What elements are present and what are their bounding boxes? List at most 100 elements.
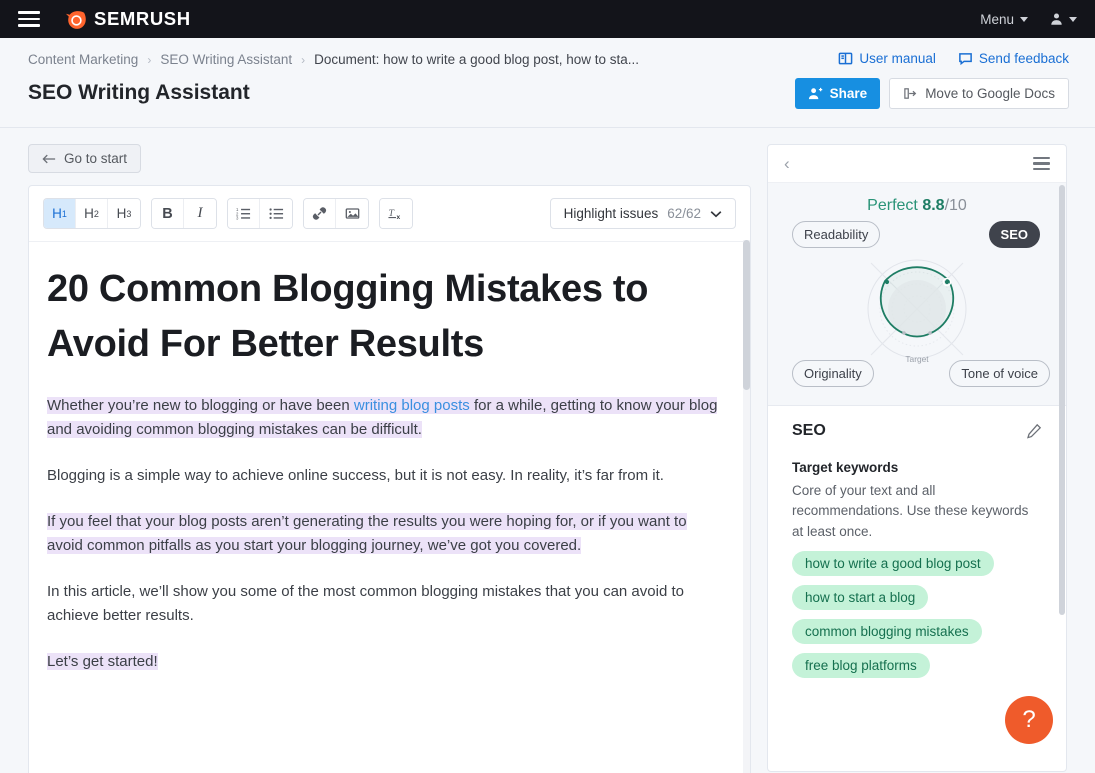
account-dropdown[interactable] xyxy=(1050,12,1077,26)
menu-label: Menu xyxy=(980,11,1014,27)
highlight-issues-label: Highlight issues xyxy=(563,206,659,221)
inline-link[interactable]: writing blog posts xyxy=(354,397,470,414)
italic-button[interactable]: I xyxy=(184,199,216,228)
arrow-left-icon xyxy=(42,154,56,163)
metric-pill-seo[interactable]: SEO xyxy=(988,221,1040,248)
document-paragraph-2: Blogging is a simple way to achieve onli… xyxy=(47,467,664,485)
send-feedback-link[interactable]: Send feedback xyxy=(958,51,1069,66)
highlight-issues-dropdown[interactable]: Highlight issues 62/62 xyxy=(549,198,736,229)
h3-label: H xyxy=(116,206,127,221)
send-feedback-label: Send feedback xyxy=(978,51,1069,66)
document-title: 20 Common Blogging Mistakes to Avoid For… xyxy=(47,268,649,366)
seo-section-title: SEO xyxy=(792,422,826,439)
bold-button[interactable]: B xyxy=(152,199,184,228)
h1-sub: 1 xyxy=(61,208,67,219)
pencil-icon[interactable] xyxy=(1026,423,1042,439)
document-content[interactable]: 20 Common Blogging Mistakes to Avoid For… xyxy=(29,242,750,773)
add-user-icon xyxy=(808,87,822,100)
highlighted-text: Whether you’re new to blogging or have b… xyxy=(47,397,718,439)
analysis-column: ‹ Perfect 8.8/10 Readability SEO Origina… xyxy=(767,144,1067,772)
editor-column: Go to start H1 H2 H3 B I 1 2 3 T x Highl… xyxy=(28,128,751,773)
top-nav-right-group: Menu xyxy=(980,12,1077,27)
bullet-list-icon xyxy=(268,208,283,220)
keyword-chip[interactable]: how to start a blog xyxy=(792,584,929,610)
radar-target-label: Target xyxy=(905,354,929,364)
radar-score-shape xyxy=(879,266,955,338)
editor-scrollbar[interactable] xyxy=(743,240,750,773)
h1-label: H xyxy=(52,206,62,221)
keyword-chip[interactable]: common blogging mistakes xyxy=(792,618,982,644)
score-radar-chart: Readability SEO Originality Tone of voic… xyxy=(768,219,1066,389)
h2-sub: 2 xyxy=(93,208,99,219)
seo-section: SEO Target keywords Core of your text an… xyxy=(768,406,1066,678)
move-to-google-docs-button[interactable]: Move to Google Docs xyxy=(889,78,1069,109)
heading-3-button[interactable]: H3 xyxy=(108,199,140,228)
heading-1-button[interactable]: H1 xyxy=(44,199,76,228)
editor-toolbar: H1 H2 H3 B I 1 2 3 T x Highlight issues … xyxy=(29,186,750,242)
user-avatar-icon xyxy=(1051,13,1062,25)
header-buttons: Share Move to Google Docs xyxy=(794,78,1069,109)
chevron-left-icon[interactable]: ‹ xyxy=(784,154,790,174)
header-actions: User manual Send feedback Share Move to … xyxy=(794,51,1069,109)
hamburger-menu-icon[interactable] xyxy=(1033,156,1050,171)
document-paragraph-5: Let’s get started! xyxy=(47,650,722,674)
move-to-google-docs-label: Move to Google Docs xyxy=(925,86,1055,101)
document-paragraph-3: If you feel that your blog posts aren’t … xyxy=(47,510,722,558)
ordered-list-icon: 1 2 3 xyxy=(236,207,251,221)
workspace: Go to start H1 H2 H3 B I 1 2 3 T x Highl… xyxy=(0,128,1095,773)
link-icon xyxy=(312,207,327,220)
breadcrumb-item-0[interactable]: Content Marketing xyxy=(28,52,138,67)
score-out-of: /10 xyxy=(944,197,967,214)
clear-formatting-button[interactable]: T x xyxy=(380,199,412,228)
document-paragraph-1: Whether you’re new to blogging or have b… xyxy=(47,394,722,442)
panel-scrollbar[interactable] xyxy=(1059,185,1065,769)
radar-svg: Target xyxy=(867,259,967,364)
panel-scrollbar-thumb[interactable] xyxy=(1059,185,1065,615)
document-paragraph-4: In this article, we’ll show you some of … xyxy=(47,583,684,625)
highlight-issues-count: 62/62 xyxy=(667,206,701,221)
h3-sub: 3 xyxy=(126,208,132,219)
target-keywords-label: Target keywords xyxy=(792,460,899,475)
highlighted-text: If you feel that your blog posts aren’t … xyxy=(47,513,687,555)
metric-pill-readability[interactable]: Readability xyxy=(792,221,881,248)
heading-2-button[interactable]: H2 xyxy=(76,199,108,228)
score-word: Perfect xyxy=(867,197,918,214)
breadcrumb-separator: › xyxy=(301,52,306,67)
editor-scrollbar-thumb[interactable] xyxy=(743,240,750,390)
share-button[interactable]: Share xyxy=(794,78,881,109)
speech-bubble-icon xyxy=(959,53,972,66)
bullet-list-button[interactable] xyxy=(260,199,292,228)
keyword-chip[interactable]: how to write a good blog post xyxy=(792,550,994,576)
link-button[interactable] xyxy=(304,199,336,228)
help-button[interactable]: ? xyxy=(1005,696,1053,744)
h2-label: H xyxy=(84,206,94,221)
share-label: Share xyxy=(829,86,868,101)
chevron-down-icon xyxy=(710,210,722,217)
overall-score: Perfect 8.8/10 xyxy=(768,197,1066,215)
semrush-mark-icon xyxy=(65,10,86,29)
menu-dropdown[interactable]: Menu xyxy=(980,12,1028,27)
seo-section-header: SEO xyxy=(792,422,1042,440)
analysis-panel: ‹ Perfect 8.8/10 Readability SEO Origina… xyxy=(767,144,1067,772)
breadcrumb-separator: › xyxy=(147,52,152,67)
semrush-logo[interactable]: SEMRUSH xyxy=(64,8,191,31)
image-button[interactable] xyxy=(336,199,368,228)
highlighted-text: Let’s get started! xyxy=(47,653,158,671)
hamburger-menu-icon[interactable] xyxy=(18,11,40,27)
user-manual-label: User manual xyxy=(859,51,936,66)
paragraph-1-part-0: Whether you’re new to blogging or have b… xyxy=(47,397,354,415)
text-style-group: B I xyxy=(151,198,217,229)
ordered-list-button[interactable]: 1 2 3 xyxy=(228,199,260,228)
page-header: Content Marketing › SEO Writing Assistan… xyxy=(0,38,1095,128)
header-links: User manual Send feedback xyxy=(795,51,1069,66)
heading-button-group: H1 H2 H3 xyxy=(43,198,141,229)
score-overview: Perfect 8.8/10 Readability SEO Originali… xyxy=(768,183,1066,406)
chevron-down-icon xyxy=(1020,16,1028,22)
breadcrumb-item-1[interactable]: SEO Writing Assistant xyxy=(160,52,292,67)
list-group: 1 2 3 xyxy=(227,198,293,229)
keyword-chip[interactable]: free blog platforms xyxy=(792,652,930,678)
user-manual-link[interactable]: User manual xyxy=(838,51,936,66)
go-to-start-button[interactable]: Go to start xyxy=(28,144,142,173)
move-to-docs-icon xyxy=(904,88,917,99)
svg-text:x: x xyxy=(397,214,401,221)
